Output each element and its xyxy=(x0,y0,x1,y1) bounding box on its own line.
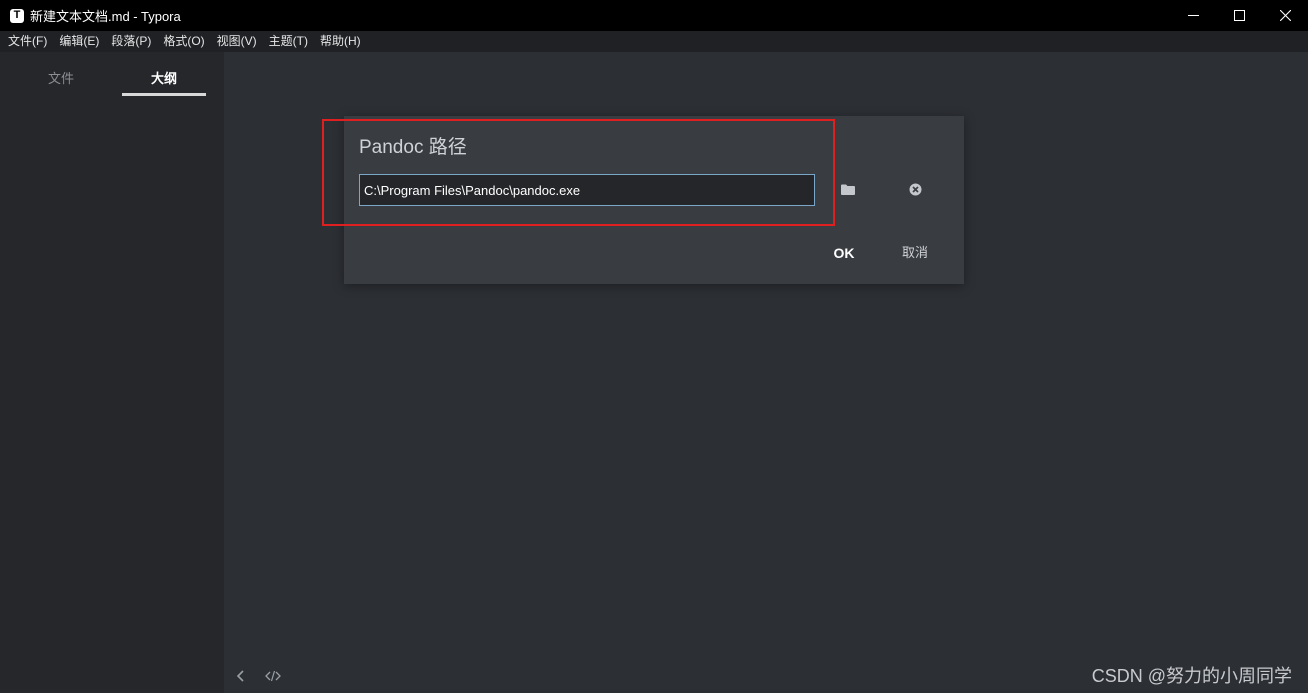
menu-format[interactable]: 格式(O) xyxy=(157,31,210,52)
maximize-button[interactable] xyxy=(1216,0,1262,31)
tab-outline[interactable]: 大纲 xyxy=(122,68,206,87)
menu-theme[interactable]: 主题(T) xyxy=(263,31,314,52)
window-controls xyxy=(1170,0,1308,31)
code-icon[interactable] xyxy=(264,667,282,685)
dialog-title: Pandoc 路径 xyxy=(359,137,467,158)
menu-bar: 文件(F) 编辑(E) 段落(P) 格式(O) 视图(V) 主题(T) 帮助(H… xyxy=(0,31,1308,52)
status-bar xyxy=(232,667,282,685)
sidebar: 文件 大纲 xyxy=(0,52,224,693)
close-window-button[interactable] xyxy=(1262,0,1308,31)
menu-edit[interactable]: 编辑(E) xyxy=(53,31,105,52)
active-tab-indicator xyxy=(122,93,206,96)
menu-help[interactable]: 帮助(H) xyxy=(314,31,367,52)
minimize-button[interactable] xyxy=(1170,0,1216,31)
title-bar: T 新建文本文档.md - Typora xyxy=(0,0,1308,31)
watermark: CSDN @努力的小周同学 xyxy=(1091,666,1292,686)
menu-paragraph[interactable]: 段落(P) xyxy=(105,31,157,52)
typora-app-icon: T xyxy=(10,8,24,23)
close-icon xyxy=(1279,10,1291,21)
cancel-button[interactable]: 取消 xyxy=(894,242,936,264)
close-circle-icon xyxy=(909,183,921,195)
pandoc-path-dialog: Pandoc 路径 OK 取消 xyxy=(344,116,964,284)
clear-path-button[interactable] xyxy=(908,182,922,196)
browse-folder-button[interactable] xyxy=(840,182,856,196)
menu-view[interactable]: 视图(V) xyxy=(211,31,263,52)
ok-button[interactable]: OK xyxy=(824,242,864,264)
pandoc-path-input[interactable] xyxy=(359,174,815,206)
folder-icon xyxy=(841,184,855,195)
chevron-left-icon[interactable] xyxy=(232,667,250,685)
maximize-icon xyxy=(1233,10,1245,21)
menu-file[interactable]: 文件(F) xyxy=(2,31,53,52)
minimize-icon xyxy=(1187,15,1199,16)
tab-files[interactable]: 文件 xyxy=(19,68,103,87)
window-title: 新建文本文档.md - Typora xyxy=(30,9,181,24)
